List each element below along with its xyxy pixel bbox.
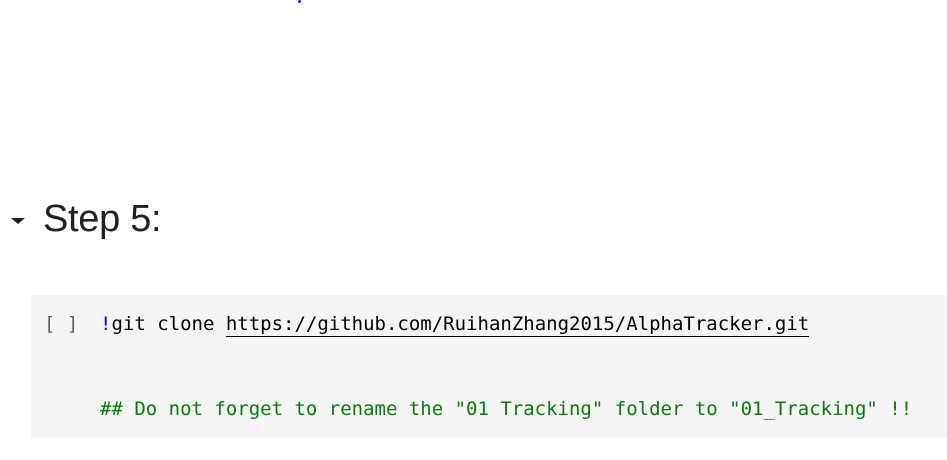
git-command: git clone: [111, 313, 226, 335]
section-title: Step 5:: [43, 197, 162, 240]
code-line-clone[interactable]: !git clone https://github.com/RuihanZhan…: [100, 313, 810, 337]
shell-bang: !: [100, 313, 112, 335]
code-cell[interactable]: [ ] !git clone https://github.com/Ruihan…: [31, 295, 947, 438]
collapse-toggle-button[interactable]: [8, 209, 28, 229]
stray-dot: [298, 0, 301, 3]
repo-url-link[interactable]: https://github.com/RuihanZhang2015/Alpha…: [225, 313, 810, 337]
code-comment: ## Do not forget to rename the "01 Track…: [100, 398, 913, 420]
run-cell-button[interactable]: [ ]: [44, 313, 78, 335]
caret-down-icon: [11, 218, 25, 224]
section-header: Step 5:: [8, 194, 162, 244]
